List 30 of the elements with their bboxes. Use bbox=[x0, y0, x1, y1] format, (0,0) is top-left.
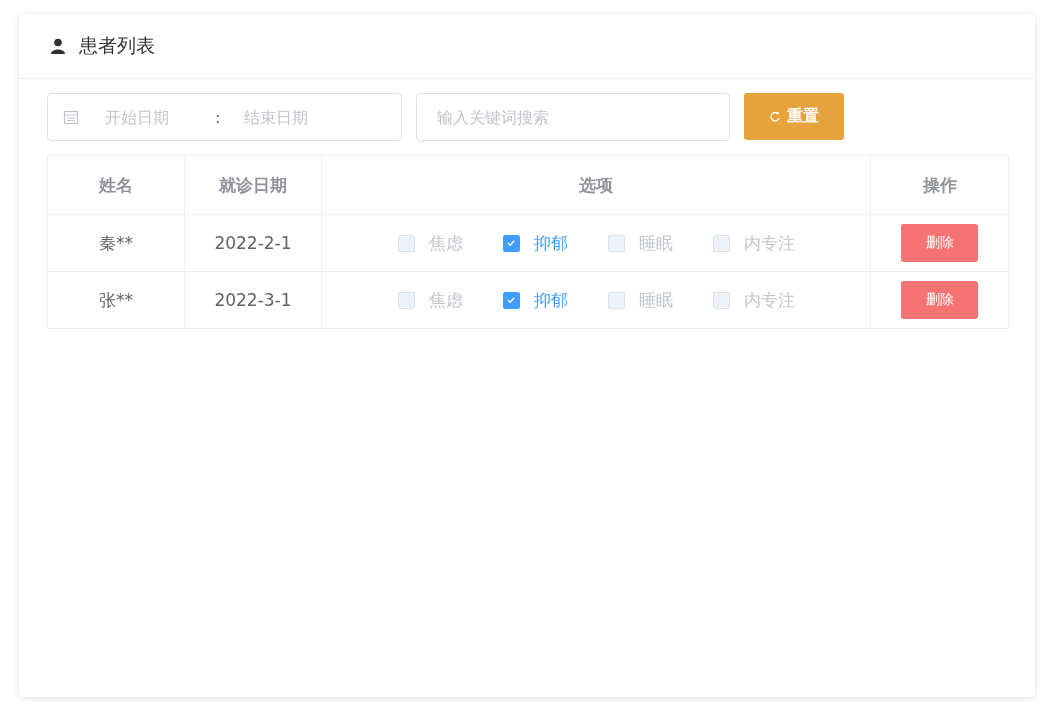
option-checkbox[interactable]: 内专注 bbox=[712, 231, 795, 255]
option-checkbox[interactable]: 焦虑 bbox=[397, 288, 463, 312]
card-title: 患者列表 bbox=[79, 33, 155, 58]
option-checkbox[interactable]: 抑郁 bbox=[502, 288, 568, 312]
option-checkbox[interactable]: 睡眠 bbox=[607, 288, 673, 312]
delete-button[interactable]: 删除 bbox=[901, 281, 978, 319]
start-date-input[interactable]: 开始日期 bbox=[103, 106, 217, 128]
column-header: 选项 bbox=[322, 156, 871, 214]
date-range-field[interactable]: 开始日期 : 结束日期 bbox=[47, 93, 402, 141]
search-field[interactable]: 输入关键词搜索 bbox=[416, 93, 730, 141]
checkmark-icon bbox=[506, 238, 516, 248]
option-checkbox[interactable]: 抑郁 bbox=[502, 231, 568, 255]
delete-button[interactable]: 删除 bbox=[901, 224, 978, 262]
option-checkbox[interactable]: 内专注 bbox=[712, 288, 795, 312]
table-cell: 2022-2-1 bbox=[185, 215, 322, 271]
calendar-icon bbox=[63, 109, 79, 125]
checkmark-icon bbox=[506, 295, 516, 305]
end-date-input[interactable]: 结束日期 bbox=[242, 106, 357, 128]
refresh-icon bbox=[769, 110, 781, 123]
table-cell: 2022-3-1 bbox=[185, 272, 322, 328]
table-cell: 张** bbox=[48, 272, 185, 328]
column-header: 操作 bbox=[921, 173, 958, 197]
table-cell: 秦** bbox=[48, 215, 185, 271]
reset-button[interactable]: 重置 bbox=[744, 93, 844, 140]
range-separator: : bbox=[215, 107, 221, 127]
option-checkbox[interactable]: 睡眠 bbox=[607, 231, 673, 255]
user-icon bbox=[50, 38, 66, 54]
column-header: 姓名 bbox=[48, 156, 185, 214]
option-checkbox[interactable]: 焦虑 bbox=[397, 231, 463, 255]
column-header: 就诊日期 bbox=[185, 156, 322, 214]
